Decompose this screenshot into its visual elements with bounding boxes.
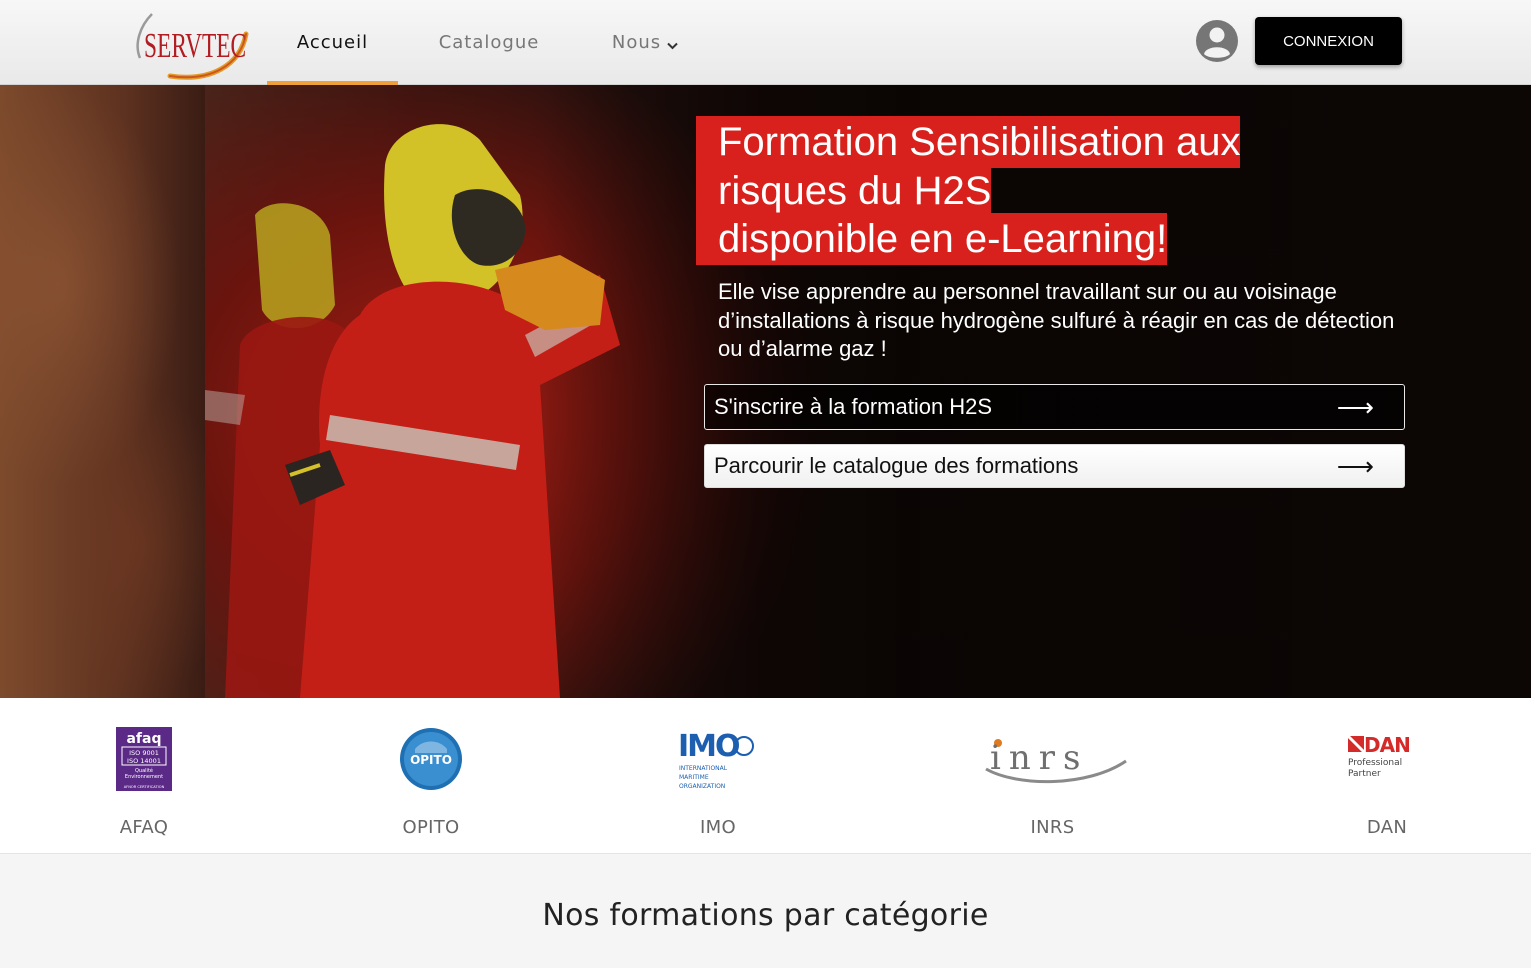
svg-text:SERVTEC: SERVTEC [144,28,246,65]
afaq-logo: afaq ISO 9001 ISO 14001 Qualité Environn… [116,727,172,791]
svg-text:afaq: afaq [126,731,161,747]
partner-name: IMO [700,817,736,838]
nav-catalogue[interactable]: Catalogue [420,0,558,85]
svg-text:inrs: inrs [990,738,1088,778]
svg-text:OPITO: OPITO [410,753,452,767]
user-circle-icon[interactable] [1195,19,1239,63]
arrow-right-icon: ⟶ [1336,451,1374,481]
svg-text:Professional: Professional [1348,758,1402,768]
servtec-logo[interactable]: SERVTEC [130,4,255,80]
svg-text:DAN: DAN [1364,734,1410,757]
top-navbar: SERVTEC Accueil Catalogue Nous CONNEXION [0,0,1531,85]
partner-name: OPITO [402,817,460,838]
svg-text:ISO 14001: ISO 14001 [127,757,161,765]
chevron-down-icon [667,34,678,55]
section-title: Nos formations par catégorie [542,898,989,933]
login-button[interactable]: CONNEXION [1255,17,1402,65]
svg-text:AFNOR CERTIFICATION: AFNOR CERTIFICATION [124,785,165,789]
partner-afaq[interactable]: afaq ISO 9001 ISO 14001 Qualité Environn… [84,698,204,854]
partners-strip: afaq ISO 9001 ISO 14001 Qualité Environn… [0,698,1531,854]
arrow-right-icon: ⟶ [1336,392,1374,422]
dan-logo: DAN Professional Partner [1346,734,1411,779]
hero-illustration-workers [205,124,620,698]
svg-text:Partner: Partner [1348,769,1381,779]
svg-text:ORGANIZATION: ORGANIZATION [679,783,725,790]
hero-title-line-3: disponible en e-Learning! [696,213,1168,265]
partner-name: INRS [1030,817,1075,838]
partner-name: AFAQ [119,817,169,838]
partner-dan[interactable]: DAN Professional Partner DAN [1327,698,1447,854]
register-h2s-label: S'inscrire à la formation H2S [714,394,993,419]
nav-nous-label: Nous [611,32,662,53]
partner-opito[interactable]: OPITO OPITO [371,698,491,854]
opito-logo: OPITO [400,728,462,790]
hero-description: Elle vise apprendre au personnel travail… [718,279,1395,361]
partner-inrs[interactable]: inrs INRS [970,698,1135,854]
svg-text:IMO: IMO [678,729,739,764]
hero-banner: Formation Sensibilisation aux risques du… [0,85,1531,698]
inrs-logo: inrs [984,738,1127,784]
nav-accueil[interactable]: Accueil [267,0,398,85]
browse-catalogue-label: Parcourir le catalogue des formations [714,453,1079,478]
partner-name: DAN [1366,817,1408,838]
svg-text:ISO 9001: ISO 9001 [129,749,159,757]
svg-text:INTERNATIONAL: INTERNATIONAL [679,765,728,772]
hero-title-line-2: risques du H2S [696,164,992,217]
hero-title: Formation Sensibilisation aux risques du… [696,116,1296,265]
svg-text:Environnement: Environnement [125,774,163,780]
register-h2s-button[interactable]: S'inscrire à la formation H2S ⟶ [704,384,1405,430]
nav-nous[interactable]: Nous [600,0,690,85]
svg-text:Qualité: Qualité [135,767,153,774]
svg-text:MARITIME: MARITIME [679,774,709,781]
partner-imo[interactable]: IMO INTERNATIONAL MARITIME ORGANIZATION … [658,698,778,854]
hero-title-line-1: Formation Sensibilisation aux [696,116,1241,168]
browse-catalogue-button[interactable]: Parcourir le catalogue des formations ⟶ [704,444,1405,488]
imo-logo: IMO INTERNATIONAL MARITIME ORGANIZATION [678,729,754,790]
